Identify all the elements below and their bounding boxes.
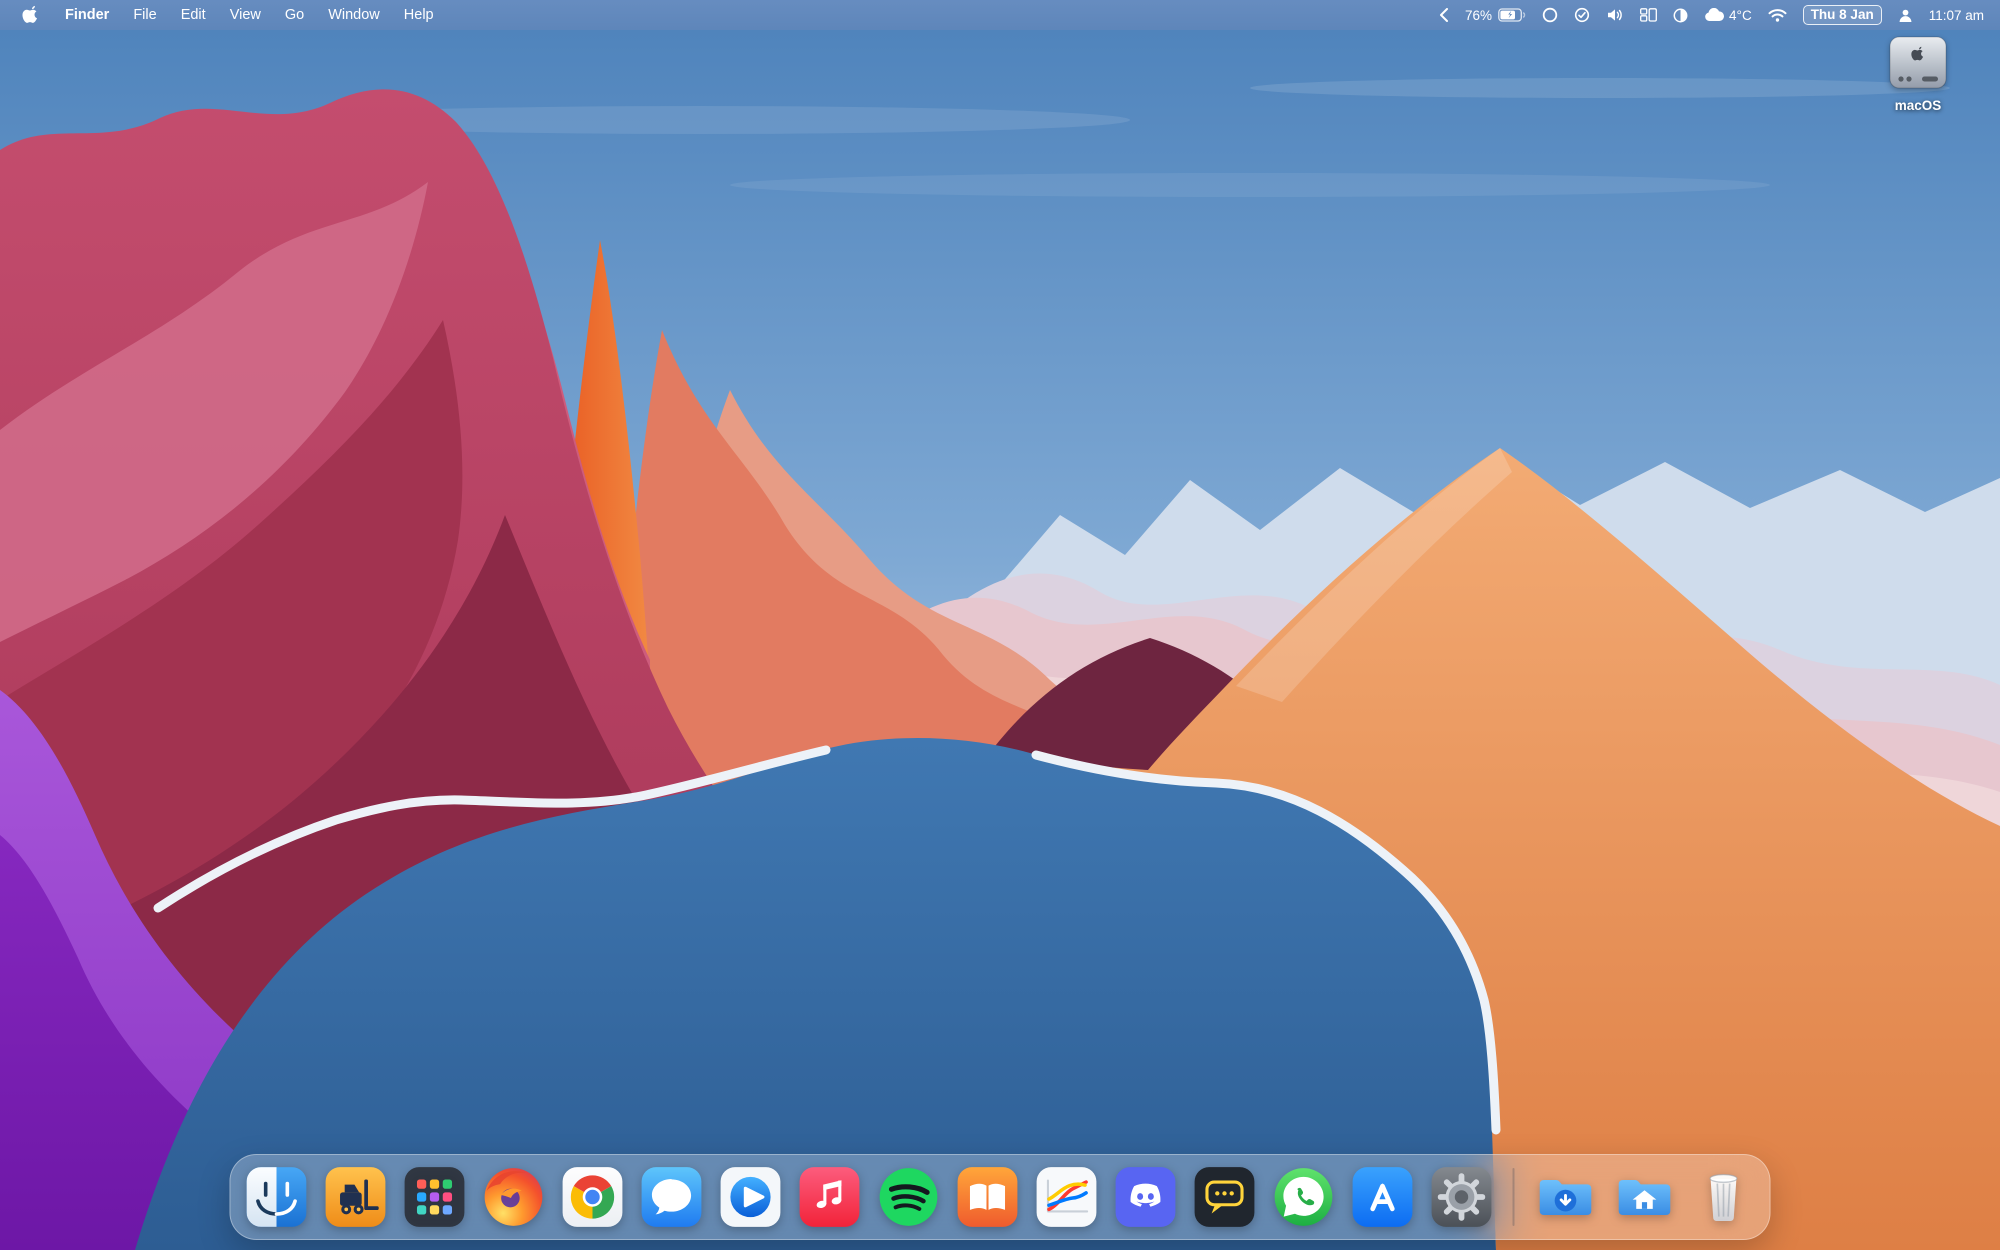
dock-item-spotify[interactable] [876, 1164, 942, 1230]
dock-item-whatsapp[interactable] [1271, 1164, 1337, 1230]
user-icon [1898, 8, 1913, 23]
dock-item-discord[interactable] [1113, 1164, 1179, 1230]
dock-item-launchpad[interactable] [402, 1164, 468, 1230]
chevron-left-icon [1439, 8, 1449, 22]
date-display[interactable]: Thu 8 Jan [1803, 5, 1882, 25]
half-circle-icon [1673, 8, 1688, 23]
finder-icon [244, 1164, 310, 1230]
window-tiles-status[interactable] [1640, 8, 1657, 22]
downloads-folder-icon [1533, 1164, 1599, 1230]
dock-item-home-folder[interactable] [1612, 1164, 1678, 1230]
dock [230, 1154, 1771, 1240]
dock-separator [1513, 1168, 1515, 1226]
user-menu[interactable] [1898, 8, 1913, 23]
desktop-wallpaper [0, 0, 2000, 1250]
gear-icon [1429, 1164, 1495, 1230]
spotify-icon [876, 1164, 942, 1230]
apple-menu[interactable] [16, 5, 53, 25]
dock-item-books[interactable] [955, 1164, 1021, 1230]
wifi-icon [1768, 8, 1787, 22]
launchpad-icon [402, 1164, 468, 1230]
desktop-volume-macos[interactable]: macOS [1866, 34, 1970, 113]
messages-icon [639, 1164, 705, 1230]
charts-icon [1034, 1164, 1100, 1230]
volume-label: macOS [1895, 98, 1942, 113]
dock-item-music[interactable] [797, 1164, 863, 1230]
dock-item-system-settings[interactable] [1429, 1164, 1495, 1230]
menu-bar-left: Finder File Edit View Go Window Help [16, 0, 446, 30]
ring-status[interactable] [1542, 7, 1558, 23]
check-status[interactable] [1574, 7, 1590, 23]
music-icon [797, 1164, 863, 1230]
menu-window[interactable]: Window [316, 0, 392, 30]
app-store-icon [1350, 1164, 1416, 1230]
internal-drive-icon [1881, 34, 1955, 96]
home-folder-icon [1612, 1164, 1678, 1230]
menu-help[interactable]: Help [392, 0, 446, 30]
battery-status[interactable]: 76% [1465, 8, 1526, 23]
menu-bar-status: 76% 4°C Thu 8 Ja [1439, 5, 1984, 25]
contrast-status[interactable] [1673, 8, 1688, 23]
battery-percent: 76% [1465, 8, 1492, 23]
app-menu-finder[interactable]: Finder [53, 0, 121, 30]
menu-go[interactable]: Go [273, 0, 316, 30]
whatsapp-icon [1271, 1164, 1337, 1230]
wifi-status[interactable] [1768, 8, 1787, 22]
menu-view[interactable]: View [218, 0, 273, 30]
speaker-icon [1606, 8, 1624, 22]
forklift-icon [323, 1164, 389, 1230]
dock-item-messages[interactable] [639, 1164, 705, 1230]
battery-icon [1498, 8, 1526, 22]
clock-display[interactable]: 11:07 am [1929, 8, 1984, 23]
weather-status[interactable]: 4°C [1704, 8, 1752, 23]
dock-item-chat[interactable] [1192, 1164, 1258, 1230]
ring-icon [1542, 7, 1558, 23]
hidden-items-chevron[interactable] [1439, 8, 1449, 22]
dock-item-trash[interactable] [1691, 1164, 1757, 1230]
dock-item-firefox[interactable] [481, 1164, 547, 1230]
temperature-label: 4°C [1729, 8, 1752, 23]
apple-logo-icon [22, 5, 39, 25]
discord-icon [1113, 1164, 1179, 1230]
dock-item-downloads-folder[interactable] [1533, 1164, 1599, 1230]
check-circle-icon [1574, 7, 1590, 23]
trash-icon [1691, 1164, 1757, 1230]
dock-item-finder[interactable] [244, 1164, 310, 1230]
cloud-icon [1704, 8, 1724, 22]
dock-item-media-player[interactable] [718, 1164, 784, 1230]
menu-bar: Finder File Edit View Go Window Help 76% [0, 0, 2000, 30]
chrome-icon [560, 1164, 626, 1230]
chat-bubble-icon [1192, 1164, 1258, 1230]
window-tiles-icon [1640, 8, 1657, 22]
dock-item-charts[interactable] [1034, 1164, 1100, 1230]
dock-item-app-store[interactable] [1350, 1164, 1416, 1230]
volume-status[interactable] [1606, 8, 1624, 22]
menu-file[interactable]: File [121, 0, 168, 30]
dock-item-chrome[interactable] [560, 1164, 626, 1230]
media-player-icon [718, 1164, 784, 1230]
firefox-icon [481, 1164, 547, 1230]
dock-item-forklift[interactable] [323, 1164, 389, 1230]
books-icon [955, 1164, 1021, 1230]
menu-edit[interactable]: Edit [169, 0, 218, 30]
